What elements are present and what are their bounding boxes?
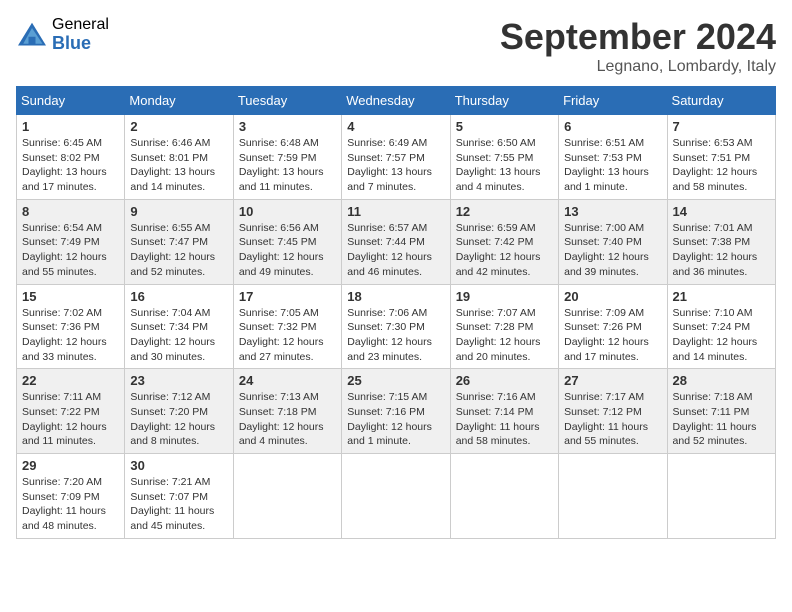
sunset: Sunset: 7:57 PM xyxy=(347,152,425,164)
table-row: 11 Sunrise: 6:57 AM Sunset: 7:44 PM Dayl… xyxy=(342,199,450,284)
table-row: 9 Sunrise: 6:55 AM Sunset: 7:47 PM Dayli… xyxy=(125,199,233,284)
table-row: 13 Sunrise: 7:00 AM Sunset: 7:40 PM Dayl… xyxy=(559,199,667,284)
sunset: Sunset: 8:01 PM xyxy=(130,152,208,164)
logo-blue: Blue xyxy=(52,34,109,54)
daylight: Daylight: 13 hours and 4 minutes. xyxy=(456,166,541,193)
week-row-3: 15 Sunrise: 7:02 AM Sunset: 7:36 PM Dayl… xyxy=(17,284,776,369)
week-row-4: 22 Sunrise: 7:11 AM Sunset: 7:22 PM Dayl… xyxy=(17,369,776,454)
table-row: 28 Sunrise: 7:18 AM Sunset: 7:11 PM Dayl… xyxy=(667,369,775,454)
logo-general: General xyxy=(52,16,109,34)
table-row-empty xyxy=(450,454,558,539)
week-row-2: 8 Sunrise: 6:54 AM Sunset: 7:49 PM Dayli… xyxy=(17,199,776,284)
col-saturday: Saturday xyxy=(667,87,775,115)
calendar-header-row: Sunday Monday Tuesday Wednesday Thursday… xyxy=(17,87,776,115)
calendar-table: Sunday Monday Tuesday Wednesday Thursday… xyxy=(16,86,776,539)
table-row: 1 Sunrise: 6:45 AM Sunset: 8:02 PM Dayli… xyxy=(17,115,125,200)
week-row-5: 29 Sunrise: 7:20 AM Sunset: 7:09 PM Dayl… xyxy=(17,454,776,539)
table-row: 15 Sunrise: 7:02 AM Sunset: 7:36 PM Dayl… xyxy=(17,284,125,369)
daylight: Daylight: 13 hours and 14 minutes. xyxy=(130,166,215,193)
table-row: 17 Sunrise: 7:05 AM Sunset: 7:32 PM Dayl… xyxy=(233,284,341,369)
col-thursday: Thursday xyxy=(450,87,558,115)
sunset: Sunset: 7:53 PM xyxy=(564,152,642,164)
location: Legnano, Lombardy, Italy xyxy=(500,58,776,76)
table-row-empty xyxy=(233,454,341,539)
sunset: Sunset: 7:59 PM xyxy=(239,152,317,164)
table-row: 25 Sunrise: 7:15 AM Sunset: 7:16 PM Dayl… xyxy=(342,369,450,454)
logo-icon xyxy=(16,21,48,49)
logo-text: General Blue xyxy=(52,16,109,53)
table-row: 26 Sunrise: 7:16 AM Sunset: 7:14 PM Dayl… xyxy=(450,369,558,454)
daylight: Daylight: 12 hours and 58 minutes. xyxy=(673,166,758,193)
sunrise: Sunrise: 6:45 AM xyxy=(22,137,102,149)
sunrise: Sunrise: 6:48 AM xyxy=(239,137,319,149)
sunrise: Sunrise: 6:50 AM xyxy=(456,137,536,149)
table-row-empty xyxy=(667,454,775,539)
sunrise: Sunrise: 6:51 AM xyxy=(564,137,644,149)
daylight: Daylight: 13 hours and 11 minutes. xyxy=(239,166,324,193)
sunset: Sunset: 7:55 PM xyxy=(456,152,534,164)
col-sunday: Sunday xyxy=(17,87,125,115)
table-row: 6 Sunrise: 6:51 AM Sunset: 7:53 PM Dayli… xyxy=(559,115,667,200)
table-row: 19 Sunrise: 7:07 AM Sunset: 7:28 PM Dayl… xyxy=(450,284,558,369)
table-row: 20 Sunrise: 7:09 AM Sunset: 7:26 PM Dayl… xyxy=(559,284,667,369)
table-row: 2 Sunrise: 6:46 AM Sunset: 8:01 PM Dayli… xyxy=(125,115,233,200)
table-row: 27 Sunrise: 7:17 AM Sunset: 7:12 PM Dayl… xyxy=(559,369,667,454)
table-row: 23 Sunrise: 7:12 AM Sunset: 7:20 PM Dayl… xyxy=(125,369,233,454)
daylight: Daylight: 13 hours and 17 minutes. xyxy=(22,166,107,193)
table-row: 21 Sunrise: 7:10 AM Sunset: 7:24 PM Dayl… xyxy=(667,284,775,369)
daylight: Daylight: 13 hours and 7 minutes. xyxy=(347,166,432,193)
col-tuesday: Tuesday xyxy=(233,87,341,115)
col-wednesday: Wednesday xyxy=(342,87,450,115)
col-friday: Friday xyxy=(559,87,667,115)
table-row: 29 Sunrise: 7:20 AM Sunset: 7:09 PM Dayl… xyxy=(17,454,125,539)
table-row: 18 Sunrise: 7:06 AM Sunset: 7:30 PM Dayl… xyxy=(342,284,450,369)
sunrise: Sunrise: 6:49 AM xyxy=(347,137,427,149)
table-row: 22 Sunrise: 7:11 AM Sunset: 7:22 PM Dayl… xyxy=(17,369,125,454)
page-header: General Blue September 2024 Legnano, Lom… xyxy=(16,16,776,76)
title-area: September 2024 Legnano, Lombardy, Italy xyxy=(500,16,776,76)
table-row: 16 Sunrise: 7:04 AM Sunset: 7:34 PM Dayl… xyxy=(125,284,233,369)
sunrise: Sunrise: 6:53 AM xyxy=(673,137,753,149)
table-row: 30 Sunrise: 7:21 AM Sunset: 7:07 PM Dayl… xyxy=(125,454,233,539)
sunrise: Sunrise: 6:46 AM xyxy=(130,137,210,149)
table-row: 8 Sunrise: 6:54 AM Sunset: 7:49 PM Dayli… xyxy=(17,199,125,284)
table-row: 5 Sunrise: 6:50 AM Sunset: 7:55 PM Dayli… xyxy=(450,115,558,200)
table-row: 3 Sunrise: 6:48 AM Sunset: 7:59 PM Dayli… xyxy=(233,115,341,200)
table-row: 14 Sunrise: 7:01 AM Sunset: 7:38 PM Dayl… xyxy=(667,199,775,284)
week-row-1: 1 Sunrise: 6:45 AM Sunset: 8:02 PM Dayli… xyxy=(17,115,776,200)
daylight: Daylight: 13 hours and 1 minute. xyxy=(564,166,649,193)
table-row: 12 Sunrise: 6:59 AM Sunset: 7:42 PM Dayl… xyxy=(450,199,558,284)
month-title: September 2024 xyxy=(500,16,776,58)
logo: General Blue xyxy=(16,16,109,53)
table-row: 10 Sunrise: 6:56 AM Sunset: 7:45 PM Dayl… xyxy=(233,199,341,284)
sunset: Sunset: 8:02 PM xyxy=(22,152,100,164)
table-row: 7 Sunrise: 6:53 AM Sunset: 7:51 PM Dayli… xyxy=(667,115,775,200)
table-row-empty xyxy=(342,454,450,539)
table-row-empty xyxy=(559,454,667,539)
table-row: 24 Sunrise: 7:13 AM Sunset: 7:18 PM Dayl… xyxy=(233,369,341,454)
sunset: Sunset: 7:51 PM xyxy=(673,152,751,164)
table-row: 4 Sunrise: 6:49 AM Sunset: 7:57 PM Dayli… xyxy=(342,115,450,200)
col-monday: Monday xyxy=(125,87,233,115)
